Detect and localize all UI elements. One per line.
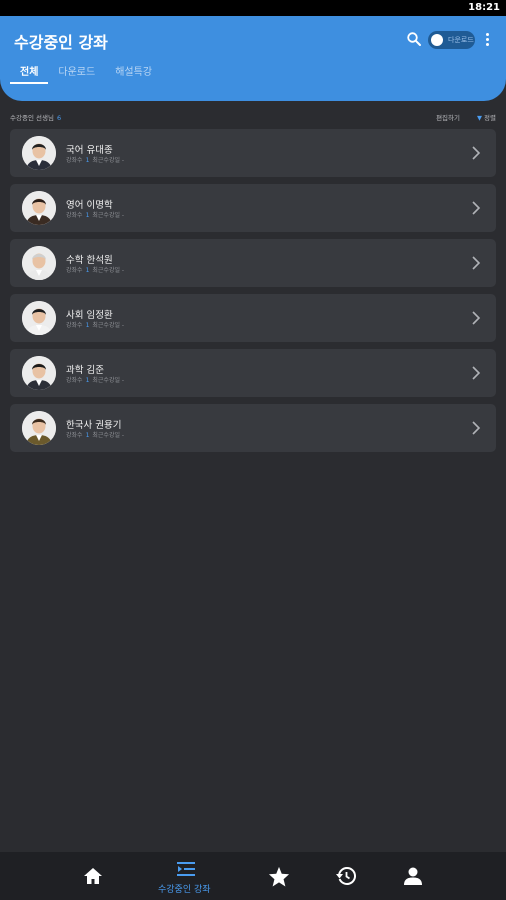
lecture-list: 국어 유대종 강좌수 1 최근수강일 - 영어 이명학 강좌수 1 최근수강일 - 수학 한석원… (10, 129, 496, 459)
edit-button[interactable]: 편집하기 (436, 112, 460, 122)
lecture-meta: 강좌수 1 최근수강일 - (66, 265, 124, 274)
page-title: 수강중인 강좌 (14, 33, 108, 52)
lecture-row[interactable]: 한국사 권용기 강좌수 1 최근수강일 - (10, 404, 496, 452)
star-icon (268, 866, 290, 887)
tab-special-lecture[interactable]: 해설특강 (105, 66, 162, 86)
nav-my-courses-label: 수강중인 강좌 (158, 885, 211, 895)
lecture-meta: 강좌수 1 최근수강일 - (66, 320, 124, 329)
home-icon (84, 868, 102, 884)
lecture-meta: 강좌수 1 최근수강일 - (66, 430, 124, 439)
course-count-label: 강좌수 (66, 157, 83, 164)
lecture-row[interactable]: 영어 이명학 강좌수 1 최근수강일 - (10, 184, 496, 232)
tab-all[interactable]: 전체 (10, 66, 49, 86)
chevron-right-icon (472, 311, 481, 325)
course-count: 1 (85, 322, 90, 329)
lecture-row[interactable]: 과학 김준 강좌수 1 최근수강일 - (10, 349, 496, 397)
nav-home[interactable] (80, 852, 106, 900)
status-time: 18:21 (468, 2, 500, 13)
chevron-right-icon (472, 256, 481, 270)
sort-button[interactable]: ▼ 정렬 (477, 112, 496, 122)
lecture-row[interactable]: 국어 유대종 강좌수 1 최근수강일 - (10, 129, 496, 177)
search-icon[interactable] (406, 31, 422, 47)
teacher-avatar (22, 356, 56, 390)
teacher-count-text: 수강중인 선생님 (10, 114, 54, 122)
nav-my-courses[interactable]: 수강중인 강좌 (150, 852, 222, 900)
teacher-avatar (22, 136, 56, 170)
lecture-meta: 강좌수 1 최근수강일 - (66, 375, 124, 384)
course-count: 1 (85, 432, 90, 439)
recent-study-date: 최근수강일 - (92, 157, 125, 164)
tab-bar: 전체 다운로드 해설특강 (10, 66, 162, 86)
course-count-label: 강좌수 (66, 322, 83, 329)
course-count: 1 (85, 157, 90, 164)
course-count-label: 강좌수 (66, 432, 83, 439)
person-icon (404, 867, 422, 885)
lecture-title: 한국사 권용기 (66, 417, 122, 431)
course-count: 1 (85, 377, 90, 384)
course-count: 1 (85, 212, 90, 219)
teacher-avatar (22, 246, 56, 280)
tab-download[interactable]: 다운로드 (48, 66, 105, 86)
chevron-right-icon (472, 201, 481, 215)
teacher-avatar (22, 301, 56, 335)
recent-study-date: 최근수강일 - (92, 267, 125, 274)
teacher-count-label: 수강중인 선생님 6 (10, 112, 61, 122)
chevron-right-icon (472, 146, 481, 160)
lecture-title: 영어 이명학 (66, 197, 113, 211)
lecture-meta: 강좌수 1 최근수강일 - (66, 210, 124, 219)
nav-history[interactable] (334, 852, 358, 900)
lecture-title: 과학 김준 (66, 362, 104, 376)
nav-favorites[interactable] (267, 852, 291, 900)
teacher-avatar (22, 191, 56, 225)
recent-study-date: 최근수강일 - (92, 212, 125, 219)
recent-study-date: 최근수강일 - (92, 377, 125, 384)
toggle-knob (431, 34, 443, 46)
chevron-right-icon (472, 366, 481, 380)
lecture-row[interactable]: 수학 한석원 강좌수 1 최근수강일 - (10, 239, 496, 287)
teacher-count: 6 (56, 114, 62, 122)
more-options-icon[interactable] (483, 31, 491, 47)
course-count: 1 (85, 267, 90, 274)
nav-profile[interactable] (402, 852, 424, 900)
download-toggle[interactable]: 다운로드 (428, 31, 475, 49)
course-list-icon (177, 862, 195, 876)
course-count-label: 강좌수 (66, 267, 83, 274)
lecture-title: 사회 임정환 (66, 307, 113, 321)
course-count-label: 강좌수 (66, 377, 83, 384)
lecture-title: 수학 한석원 (66, 252, 113, 266)
lecture-row[interactable]: 사회 임정환 강좌수 1 최근수강일 - (10, 294, 496, 342)
teacher-avatar (22, 411, 56, 445)
bottom-navigation: 수강중인 강좌 (0, 852, 506, 900)
history-icon (336, 867, 356, 885)
course-count-label: 강좌수 (66, 212, 83, 219)
recent-study-date: 최근수강일 - (92, 322, 125, 329)
recent-study-date: 최근수강일 - (92, 432, 125, 439)
app-header: 수강중인 강좌 다운로드 전체 다운로드 해설특강 (0, 16, 506, 101)
filter-icon: ▼ (476, 114, 482, 122)
lecture-title: 국어 유대종 (66, 142, 113, 156)
chevron-right-icon (472, 421, 481, 435)
status-bar: 18:21 (0, 0, 506, 16)
lecture-meta: 강좌수 1 최근수강일 - (66, 155, 124, 164)
list-subbar: 수강중인 선생님 6 편집하기 ▼ 정렬 (10, 111, 496, 123)
toggle-label: 다운로드 (448, 36, 474, 44)
sort-label: 정렬 (484, 114, 496, 122)
